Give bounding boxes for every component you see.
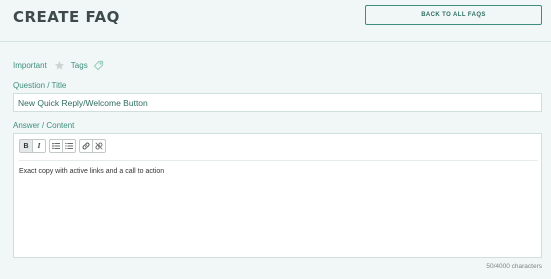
answer-editor: B I Exact copy with active links and a c… xyxy=(13,133,542,258)
important-label: Important xyxy=(13,60,47,70)
link-group xyxy=(79,139,106,153)
link-icon xyxy=(82,142,90,150)
page-header: CREATE FAQ BACK TO ALL FAQS xyxy=(0,0,551,42)
tag-icon[interactable] xyxy=(93,60,104,71)
list-group xyxy=(49,139,76,153)
question-title-input[interactable] xyxy=(13,93,542,112)
character-count: 50/4000 characters xyxy=(486,263,542,270)
bold-icon: B xyxy=(23,142,29,150)
format-group: B I xyxy=(19,139,46,153)
italic-icon: I xyxy=(37,142,41,150)
editor-toolbar: B I xyxy=(19,139,538,161)
numbered-list-button[interactable] xyxy=(62,139,76,153)
remove-link-button[interactable] xyxy=(92,139,106,153)
back-to-all-faqs-button[interactable]: BACK TO ALL FAQS xyxy=(365,5,542,25)
numbered-list-icon xyxy=(65,142,73,149)
bulleted-list-icon xyxy=(52,142,60,150)
page-title: CREATE FAQ xyxy=(13,8,120,26)
answer-label: Answer / Content xyxy=(13,121,75,130)
meta-row: Important Tags xyxy=(13,58,104,72)
tags-label: Tags xyxy=(70,60,88,70)
italic-button[interactable]: I xyxy=(32,139,46,153)
insert-link-button[interactable] xyxy=(79,139,93,153)
answer-content-area[interactable]: Exact copy with active links and a call … xyxy=(19,168,538,253)
unlink-icon xyxy=(95,142,103,150)
question-label: Question / Title xyxy=(13,81,67,90)
bold-button[interactable]: B xyxy=(19,139,33,153)
star-icon[interactable] xyxy=(54,60,65,71)
bulleted-list-button[interactable] xyxy=(49,139,63,153)
